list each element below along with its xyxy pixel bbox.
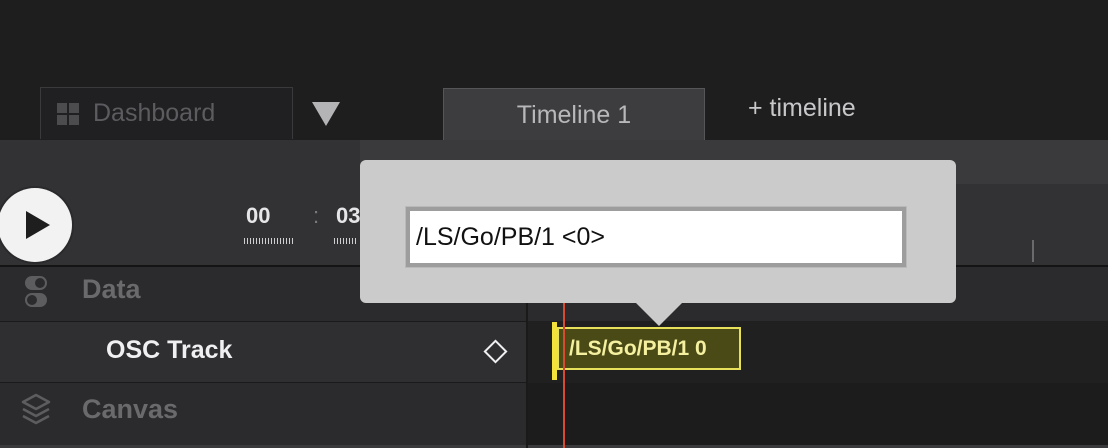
timecode-hours[interactable]: 00 [246, 203, 270, 229]
play-icon [26, 211, 50, 239]
tab-dashboard-label: Dashboard [93, 99, 216, 127]
data-group-label: Data [82, 274, 141, 304]
diamond-icon[interactable] [483, 339, 505, 361]
timecode-hours-ticks [244, 238, 294, 244]
osc-clip[interactable]: /LS/Go/PB/1 0 [557, 327, 741, 370]
osc-track-label: OSC Track [106, 336, 233, 364]
tab-timeline-label: Timeline 1 [516, 101, 632, 129]
timecode-minutes-ticks [334, 238, 358, 244]
timecode-separator: : [313, 203, 320, 228]
tab-timeline-1[interactable]: Timeline 1 [443, 88, 705, 142]
popover-arrow [635, 302, 683, 326]
grid-icon [57, 102, 79, 125]
osc-clip-label: /LS/Go/PB/1 0 [569, 336, 707, 360]
add-timeline-button[interactable]: + timeline [748, 94, 856, 123]
tab-dashboard[interactable]: Dashboard [40, 87, 293, 139]
canvas-group-label: Canvas [82, 394, 179, 424]
triangle-down-icon[interactable] [312, 102, 340, 126]
app-window: Dashboard Timeline 1 + timeline 00 : 03 … [0, 0, 1108, 448]
play-button[interactable] [0, 188, 72, 262]
osc-message-input[interactable] [405, 206, 907, 268]
ruler-tick [1032, 240, 1034, 262]
toggle-icon [25, 276, 47, 308]
timecode-minutes[interactable]: 03 [336, 203, 360, 229]
clip-start-handle[interactable] [552, 322, 557, 380]
layers-icon [21, 393, 51, 425]
canvas-track-lane[interactable] [528, 383, 1108, 445]
